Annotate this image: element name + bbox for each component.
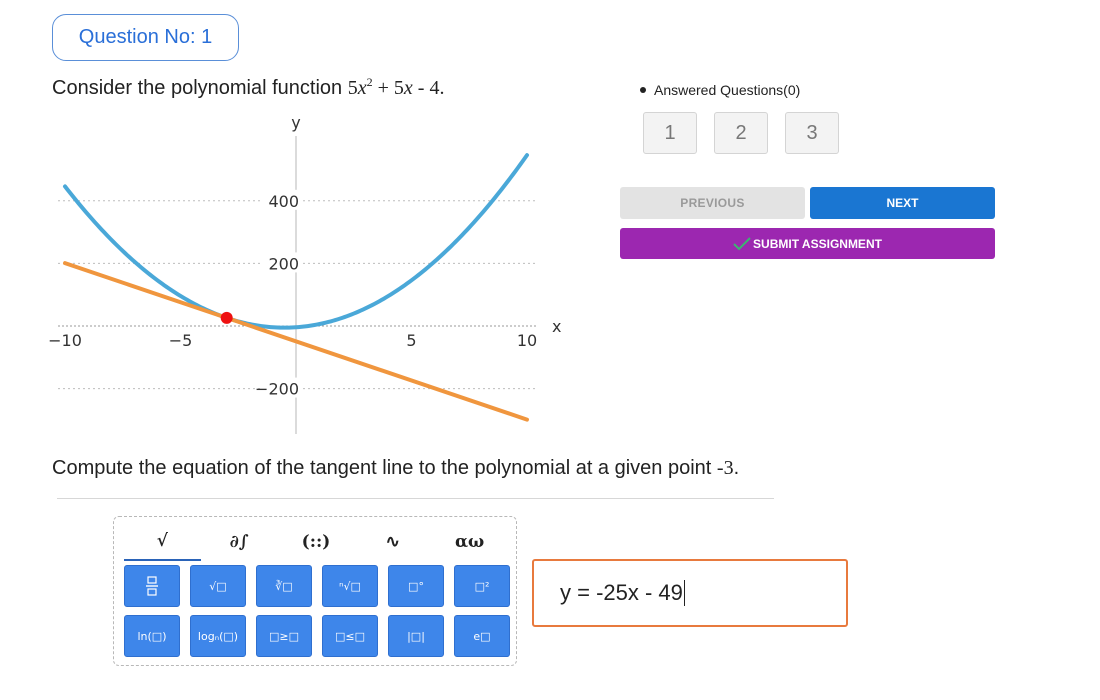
- answer-input[interactable]: y = -25x - 49: [532, 559, 848, 627]
- y-tick-label: 400: [268, 192, 299, 211]
- question-nav-2[interactable]: 2: [714, 112, 768, 154]
- degree-button[interactable]: □°: [388, 565, 444, 607]
- divider: [57, 498, 774, 499]
- exp-button[interactable]: e□: [454, 615, 510, 657]
- fraction-button[interactable]: [124, 565, 180, 607]
- question-number-badge: Question No: 1: [52, 14, 239, 61]
- var2: x: [403, 77, 413, 99]
- prompt-text: Consider the polynomial function: [52, 77, 343, 99]
- plus: + 5: [372, 77, 404, 99]
- tab-greek[interactable]: αω: [431, 523, 508, 561]
- x-tick-label: −10: [48, 331, 82, 350]
- polynomial-expression: 5x2 + 5x - 4.: [347, 75, 445, 99]
- next-button[interactable]: NEXT: [810, 187, 995, 219]
- fraction-icon: [146, 576, 158, 596]
- minus: - 4: [412, 77, 440, 99]
- submit-label: SUBMIT ASSIGNMENT: [753, 236, 882, 251]
- y-tick-label: 200: [268, 254, 299, 273]
- tab-roots[interactable]: √: [124, 523, 201, 561]
- tab-matrix[interactable]: (::): [278, 523, 355, 561]
- abs-button[interactable]: |□|: [388, 615, 444, 657]
- task-end: .: [733, 457, 740, 479]
- tangent-point: [220, 311, 233, 324]
- sqrt-button[interactable]: √□: [190, 565, 246, 607]
- cbrt-button[interactable]: ∛□: [256, 565, 312, 607]
- tab-trig[interactable]: ∿: [354, 523, 431, 561]
- bullet-icon: [640, 87, 646, 93]
- x-tick-label: 5: [406, 331, 416, 350]
- x-tick-label: 10: [517, 331, 537, 350]
- question-navigator: 1 2 3: [643, 112, 839, 154]
- leq-button[interactable]: □≤□: [322, 615, 378, 657]
- y-axis-label: y: [291, 113, 300, 132]
- text-caret: [683, 580, 685, 606]
- tab-calculus[interactable]: ∂∫: [201, 523, 278, 561]
- x-axis-label: x: [552, 317, 561, 336]
- answered-questions: Answered Questions(0): [640, 82, 800, 98]
- task-text: Compute the equation of the tangent line…: [52, 457, 712, 479]
- question-nav-3[interactable]: 3: [785, 112, 839, 154]
- math-keypad: √ ∂∫ (::) ∿ αω √□ ∛□ ⁿ√□ □° □² ln(□) log…: [113, 516, 517, 666]
- geq-button[interactable]: □≥□: [256, 615, 312, 657]
- log-button[interactable]: logₙ(□): [190, 615, 246, 657]
- x-tick-label: −5: [169, 331, 193, 350]
- keypad-tabs: √ ∂∫ (::) ∿ αω: [124, 523, 508, 561]
- task-prompt: Compute the equation of the tangent line…: [52, 457, 739, 480]
- function-graph: −10 −5 5 10 400 200 −200 x y: [48, 113, 561, 434]
- submit-assignment-button[interactable]: SUBMIT ASSIGNMENT: [620, 228, 995, 259]
- question-prompt: Consider the polynomial function 5x2 + 5…: [52, 75, 444, 100]
- answered-label: Answered Questions(0): [654, 82, 801, 98]
- previous-button[interactable]: PREVIOUS: [620, 187, 805, 219]
- check-icon: [733, 236, 751, 250]
- answer-value: y = -25x - 49: [560, 580, 683, 605]
- nth-root-button[interactable]: ⁿ√□: [322, 565, 378, 607]
- question-nav-1[interactable]: 1: [643, 112, 697, 154]
- coef: 5: [347, 77, 358, 99]
- keypad-row-1: √□ ∛□ ⁿ√□ □° □²: [124, 565, 510, 607]
- end: .: [439, 77, 445, 99]
- ln-button[interactable]: ln(□): [124, 615, 180, 657]
- square-button[interactable]: □²: [454, 565, 510, 607]
- var: x: [357, 77, 367, 99]
- given-point: -3: [716, 457, 734, 479]
- y-tick-label: −200: [255, 380, 299, 399]
- keypad-row-2: ln(□) logₙ(□) □≥□ □≤□ |□| e□: [124, 615, 510, 657]
